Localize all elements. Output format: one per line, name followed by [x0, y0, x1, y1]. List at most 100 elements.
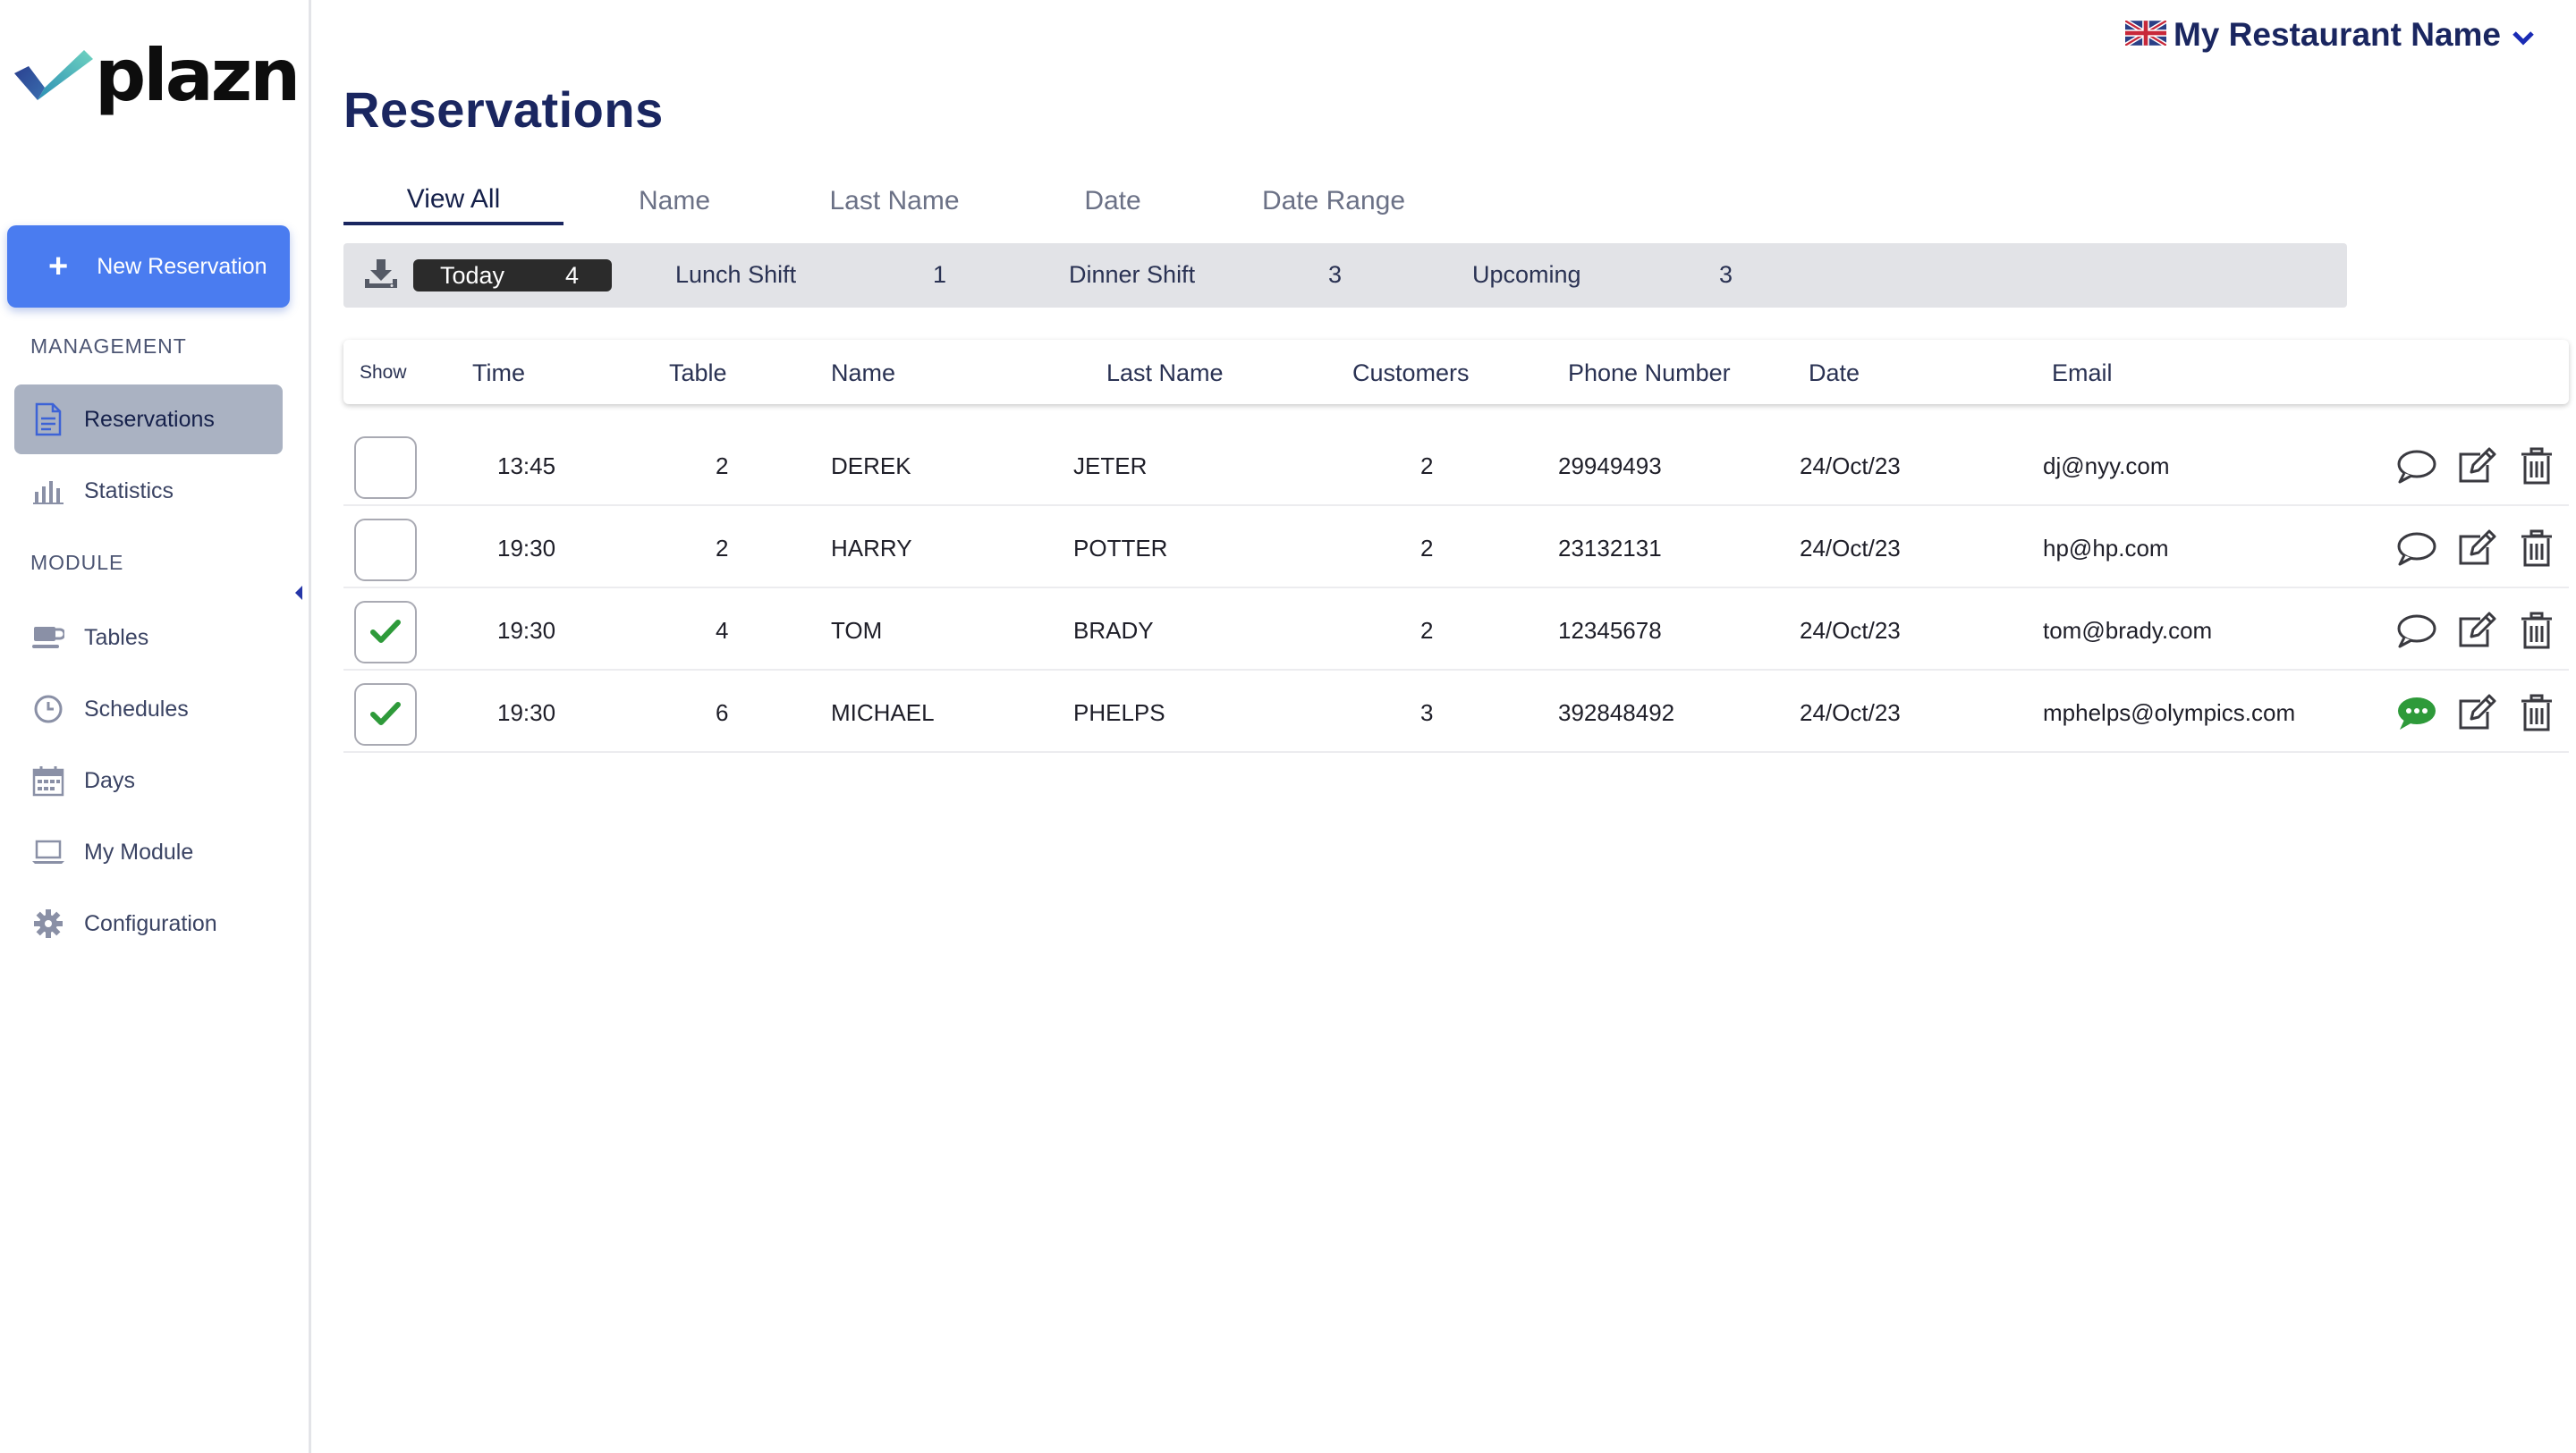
- cell-last-name: POTTER: [1073, 535, 1168, 562]
- cell-date: 24/Oct/23: [1800, 699, 1901, 726]
- comment-icon[interactable]: [2395, 445, 2438, 488]
- logo[interactable]: plazn: [11, 34, 301, 117]
- cell-email: mphelps@olympics.com: [2043, 699, 2296, 726]
- management-section-title: MANAGEMENT: [30, 334, 187, 358]
- show-checkbox[interactable]: [354, 519, 417, 581]
- uk-flag-icon: [2123, 16, 2168, 54]
- sidebar-item-reservations[interactable]: Reservations: [14, 384, 283, 454]
- table-row: 19:30 6 MICHAEL PHELPS 3 392848492 24/Oc…: [343, 671, 2569, 753]
- table-row: 19:30 4 TOM BRADY 2 12345678 24/Oct/23 t…: [343, 588, 2569, 671]
- sidebar-item-label: Configuration: [84, 910, 217, 936]
- sidebar-item-label: Tables: [84, 624, 149, 650]
- upcoming-count: 3: [1719, 261, 1733, 288]
- column-header-name[interactable]: Name: [831, 359, 895, 387]
- column-header-phone[interactable]: Phone Number: [1568, 359, 1731, 387]
- sidebar-item-label: Schedules: [84, 696, 189, 722]
- cell-phone: 392848492: [1558, 699, 1675, 726]
- tab-date[interactable]: Date: [1004, 177, 1222, 225]
- edit-icon[interactable]: [2454, 610, 2497, 653]
- gear-icon: [30, 906, 66, 942]
- cell-time: 19:30: [497, 535, 556, 562]
- column-header-customers[interactable]: Customers: [1352, 359, 1470, 387]
- speech-bubble-filled-icon: [2398, 697, 2436, 730]
- download-icon[interactable]: [363, 258, 399, 296]
- cell-table: 4: [716, 617, 729, 644]
- cell-customers: 2: [1420, 535, 1434, 562]
- document-icon: [30, 401, 66, 437]
- cell-date: 24/Oct/23: [1800, 452, 1901, 479]
- column-header-show: Show: [360, 362, 407, 383]
- lunch-shift-count: 1: [933, 261, 947, 288]
- column-header-email[interactable]: Email: [2052, 359, 2113, 387]
- cell-customers: 2: [1420, 617, 1434, 644]
- page-title: Reservations: [343, 81, 664, 138]
- cell-table: 6: [716, 699, 729, 726]
- edit-icon[interactable]: [2454, 445, 2497, 488]
- trash-icon[interactable]: [2515, 528, 2558, 570]
- show-checkbox[interactable]: [354, 683, 417, 746]
- speech-bubble-icon: [2397, 532, 2436, 566]
- plus-icon: +: [48, 248, 69, 285]
- sidebar-item-tables[interactable]: Tables: [14, 603, 283, 672]
- cell-table: 2: [716, 452, 729, 479]
- module-section-title: MODULE: [30, 551, 124, 574]
- tab-view-all[interactable]: View All: [343, 177, 564, 225]
- logo-check-icon: [14, 50, 93, 100]
- cell-email: tom@brady.com: [2043, 617, 2213, 644]
- upcoming-label: Upcoming: [1472, 261, 1581, 288]
- sidebar-item-statistics[interactable]: Statistics: [14, 456, 283, 526]
- cell-customers: 3: [1420, 699, 1434, 726]
- new-reservation-button[interactable]: + New Reservation: [7, 225, 290, 308]
- cell-name: TOM: [831, 617, 883, 644]
- sidebar-item-label: Statistics: [84, 477, 174, 503]
- trash-icon[interactable]: [2515, 692, 2558, 735]
- restaurant-name: My Restaurant Name: [2173, 16, 2501, 53]
- sidebar-item-my-module[interactable]: My Module: [14, 817, 283, 887]
- cup-icon: [30, 620, 66, 655]
- speech-bubble-icon: [2397, 450, 2436, 484]
- speech-bubble-icon: [2397, 614, 2436, 648]
- edit-icon[interactable]: [2454, 528, 2497, 570]
- sidebar-item-days[interactable]: Days: [14, 746, 283, 815]
- tab-name[interactable]: Name: [564, 177, 785, 225]
- cell-last-name: BRADY: [1073, 617, 1154, 644]
- new-reservation-label: New Reservation: [97, 253, 267, 279]
- laptop-icon: [30, 834, 66, 870]
- cell-last-name: PHELPS: [1073, 699, 1165, 726]
- collapse-sidebar-icon[interactable]: [295, 586, 302, 600]
- sidebar-item-label: My Module: [84, 839, 194, 865]
- chevron-down-icon: [2512, 16, 2535, 54]
- trash-icon[interactable]: [2515, 445, 2558, 488]
- restaurant-selector[interactable]: My Restaurant Name: [2123, 16, 2535, 54]
- column-header-table[interactable]: Table: [669, 359, 727, 387]
- bar-chart-icon: [30, 473, 66, 509]
- today-pill[interactable]: Today 4: [413, 259, 612, 291]
- cell-name: MICHAEL: [831, 699, 935, 726]
- checkmark-icon: [370, 702, 401, 725]
- column-header-time[interactable]: Time: [472, 359, 525, 387]
- calendar-icon: [30, 763, 66, 798]
- cell-phone: 23132131: [1558, 535, 1662, 562]
- tab-date-range[interactable]: Date Range: [1222, 177, 1445, 225]
- sidebar-item-schedules[interactable]: Schedules: [14, 674, 283, 744]
- cell-time: 19:30: [497, 617, 556, 644]
- sidebar-item-label: Days: [84, 767, 135, 793]
- column-header-last-name[interactable]: Last Name: [1106, 359, 1224, 387]
- sidebar-item-label: Reservations: [84, 406, 215, 432]
- cell-date: 24/Oct/23: [1800, 617, 1901, 644]
- logo-text: plazn: [95, 34, 301, 117]
- today-count: 4: [565, 261, 580, 289]
- show-checkbox[interactable]: [354, 436, 417, 499]
- sidebar-item-configuration[interactable]: Configuration: [14, 889, 283, 959]
- trash-icon[interactable]: [2515, 610, 2558, 653]
- comment-icon[interactable]: [2395, 610, 2438, 653]
- cell-table: 2: [716, 535, 729, 562]
- today-label: Today: [440, 261, 505, 289]
- edit-icon[interactable]: [2454, 692, 2497, 735]
- table-row: 19:30 2 HARRY POTTER 2 23132131 24/Oct/2…: [343, 506, 2569, 588]
- tab-last-name[interactable]: Last Name: [785, 177, 1004, 225]
- show-checkbox[interactable]: [354, 601, 417, 663]
- comment-icon[interactable]: [2395, 692, 2438, 735]
- column-header-date[interactable]: Date: [1809, 359, 1860, 387]
- comment-icon[interactable]: [2395, 528, 2438, 570]
